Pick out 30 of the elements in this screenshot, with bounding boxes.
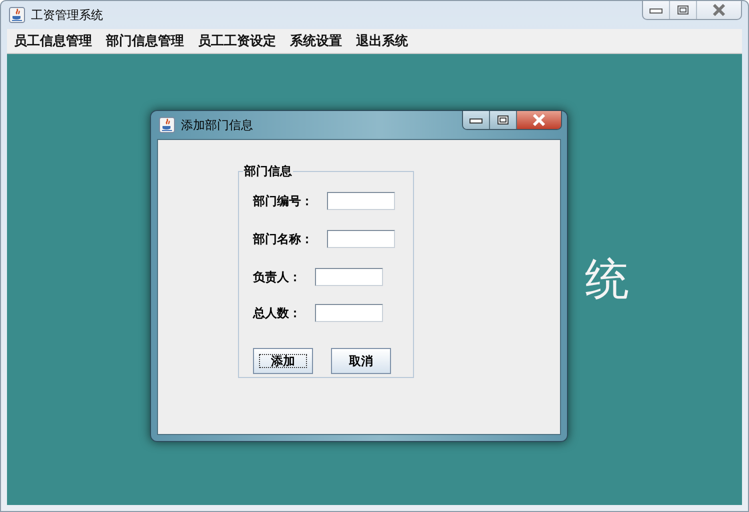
close-icon xyxy=(712,4,726,16)
maximize-icon xyxy=(677,5,689,15)
close-icon xyxy=(532,114,546,126)
field-label: 负责人： xyxy=(253,268,301,286)
dialog-title: 添加部门信息 xyxy=(181,116,253,134)
dialog-button[interactable]: 添加 xyxy=(253,348,313,374)
field-label: 部门编号： xyxy=(253,192,313,210)
maximize-button[interactable] xyxy=(489,111,516,129)
input-field[interactable] xyxy=(315,304,383,322)
window-title: 工资管理系统 xyxy=(31,6,103,24)
minimize-icon xyxy=(649,6,663,14)
input-field[interactable] xyxy=(327,192,395,210)
menu-item[interactable]: 员工信息管理 xyxy=(7,32,99,50)
group-title: 部门信息 xyxy=(243,163,293,180)
maximize-icon xyxy=(497,115,509,125)
field-label: 部门名称： xyxy=(253,230,313,248)
dialog-button[interactable]: 取消 xyxy=(331,348,391,374)
app-icon xyxy=(9,7,25,23)
input-field[interactable] xyxy=(315,268,383,286)
menu-item[interactable]: 部门信息管理 xyxy=(99,32,191,50)
menu-item[interactable]: 退出系统 xyxy=(349,32,415,50)
input-field[interactable] xyxy=(327,230,395,248)
close-button[interactable] xyxy=(516,111,561,129)
field-label: 总人数： xyxy=(253,304,301,322)
menu-item[interactable]: 员工工资设定 xyxy=(191,32,283,50)
minimize-icon xyxy=(469,116,483,124)
dialog-icon xyxy=(159,117,175,133)
menu-item[interactable]: 系统设置 xyxy=(283,32,349,50)
minimize-button[interactable] xyxy=(463,111,489,129)
background-title: 统 xyxy=(585,253,629,307)
